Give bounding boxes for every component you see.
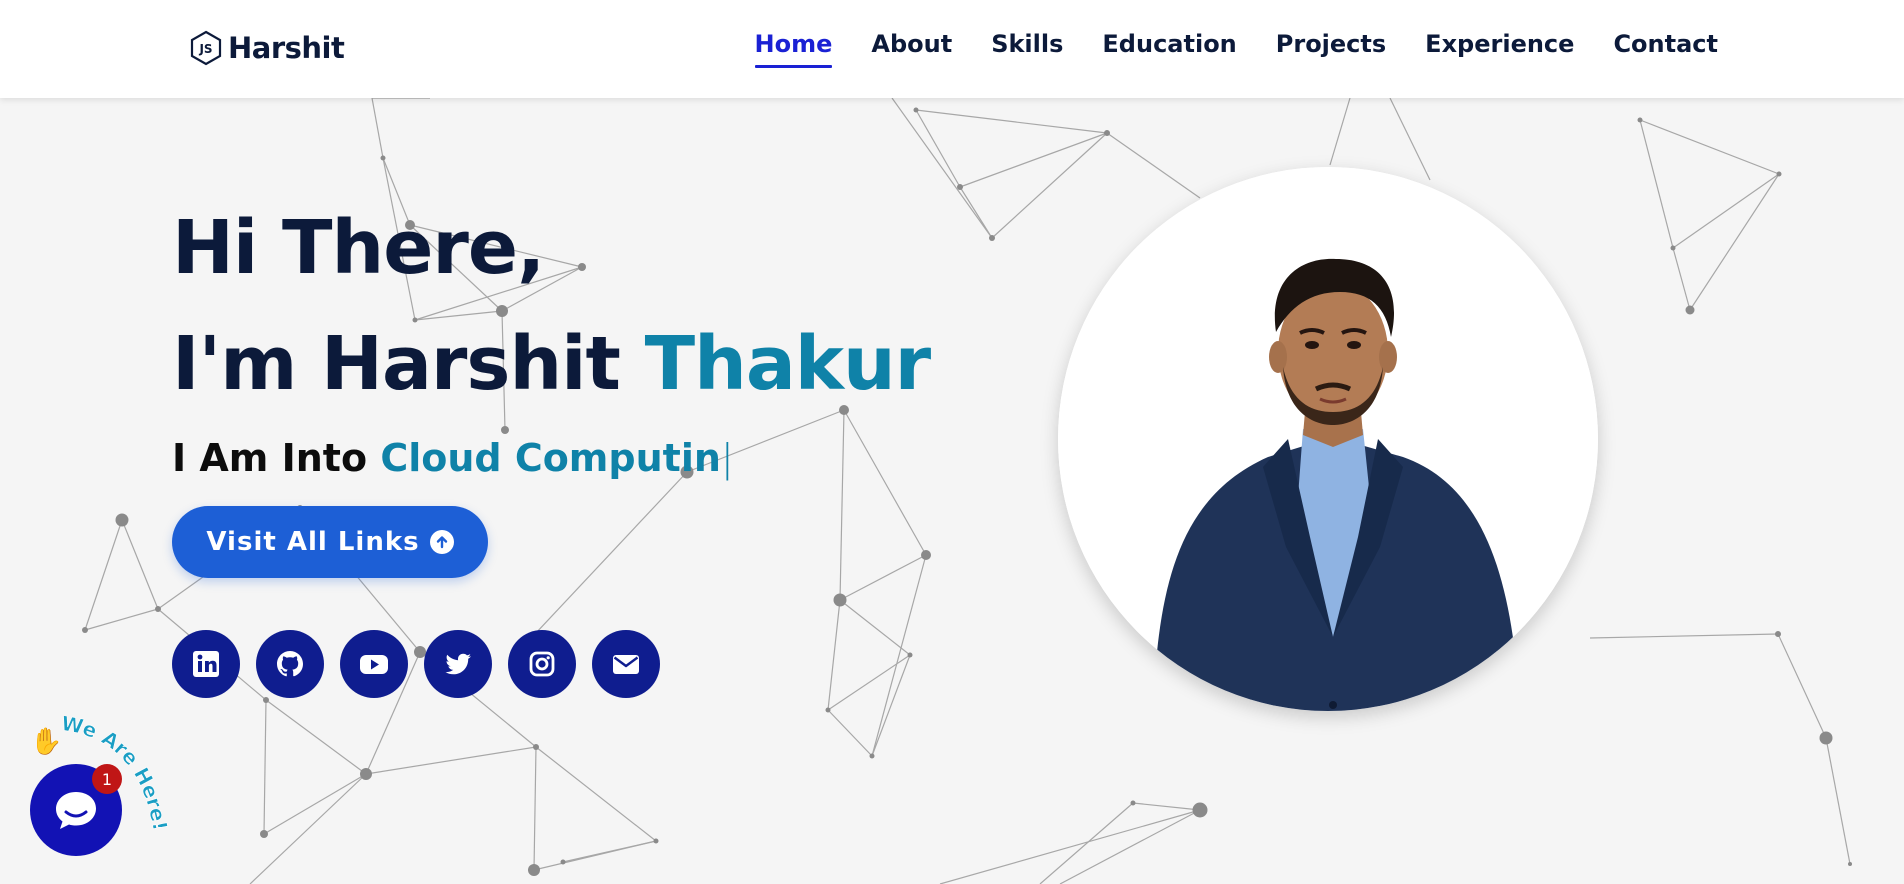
nav-projects[interactable]: Projects	[1276, 30, 1386, 64]
person-portrait-image	[1058, 167, 1598, 711]
nodejs-icon: JS	[190, 30, 222, 66]
nav-skills[interactable]: Skills	[991, 30, 1063, 64]
typed-line: I Am Into Cloud Computin|	[172, 436, 930, 480]
svg-text:JS: JS	[198, 42, 212, 56]
cta-label: Visit All Links	[206, 527, 420, 557]
notification-badge: 1	[92, 764, 122, 794]
typed-text: Cloud Computin	[380, 436, 721, 480]
arrow-up-circle-icon	[429, 530, 454, 554]
linkedin-link[interactable]	[172, 630, 240, 698]
instagram-link[interactable]	[508, 630, 576, 698]
youtube-icon	[360, 655, 388, 674]
nav-education[interactable]: Education	[1102, 30, 1236, 64]
twitter-icon	[445, 653, 471, 675]
nav-experience[interactable]: Experience	[1425, 30, 1574, 64]
github-link[interactable]	[256, 630, 324, 698]
hero-greeting: Hi There,	[172, 205, 545, 291]
linkedin-icon	[193, 651, 219, 677]
profile-photo	[1058, 167, 1598, 711]
hero-intro-accent: Thakur	[644, 321, 931, 407]
twitter-link[interactable]	[424, 630, 492, 698]
youtube-link[interactable]	[340, 630, 408, 698]
brand-name: Harshit	[228, 31, 345, 65]
visit-all-links-button[interactable]: Visit All Links	[172, 506, 488, 578]
instagram-icon	[529, 651, 555, 677]
hero-intro-prefix: I'm Harshit	[172, 321, 621, 407]
typed-prefix: I Am Into	[172, 436, 368, 480]
waving-hand-icon: ✋	[30, 726, 62, 757]
nav-about[interactable]: About	[871, 30, 952, 64]
nav-contact[interactable]: Contact	[1613, 30, 1718, 64]
nav-menu: Home About Skills Education Projects Exp…	[754, 30, 1718, 68]
typing-caret: |	[720, 436, 734, 480]
github-icon	[277, 651, 303, 677]
hero-intro: I'm Harshit Thakur	[172, 306, 931, 422]
brand-logo-link[interactable]: JS Harshit	[190, 28, 345, 68]
nav-home[interactable]: Home	[754, 30, 832, 68]
chat-widget: We Are Here! ✋ 1	[22, 716, 172, 866]
hero-section: Hi There, I'm Harshit Thakur I Am Into C…	[172, 190, 931, 698]
mail-icon	[613, 655, 639, 674]
social-links	[172, 630, 930, 698]
top-navbar: JS Harshit Home About Skills Education P…	[0, 0, 1904, 98]
chat-bubble-icon	[56, 792, 96, 829]
email-link[interactable]	[592, 630, 660, 698]
